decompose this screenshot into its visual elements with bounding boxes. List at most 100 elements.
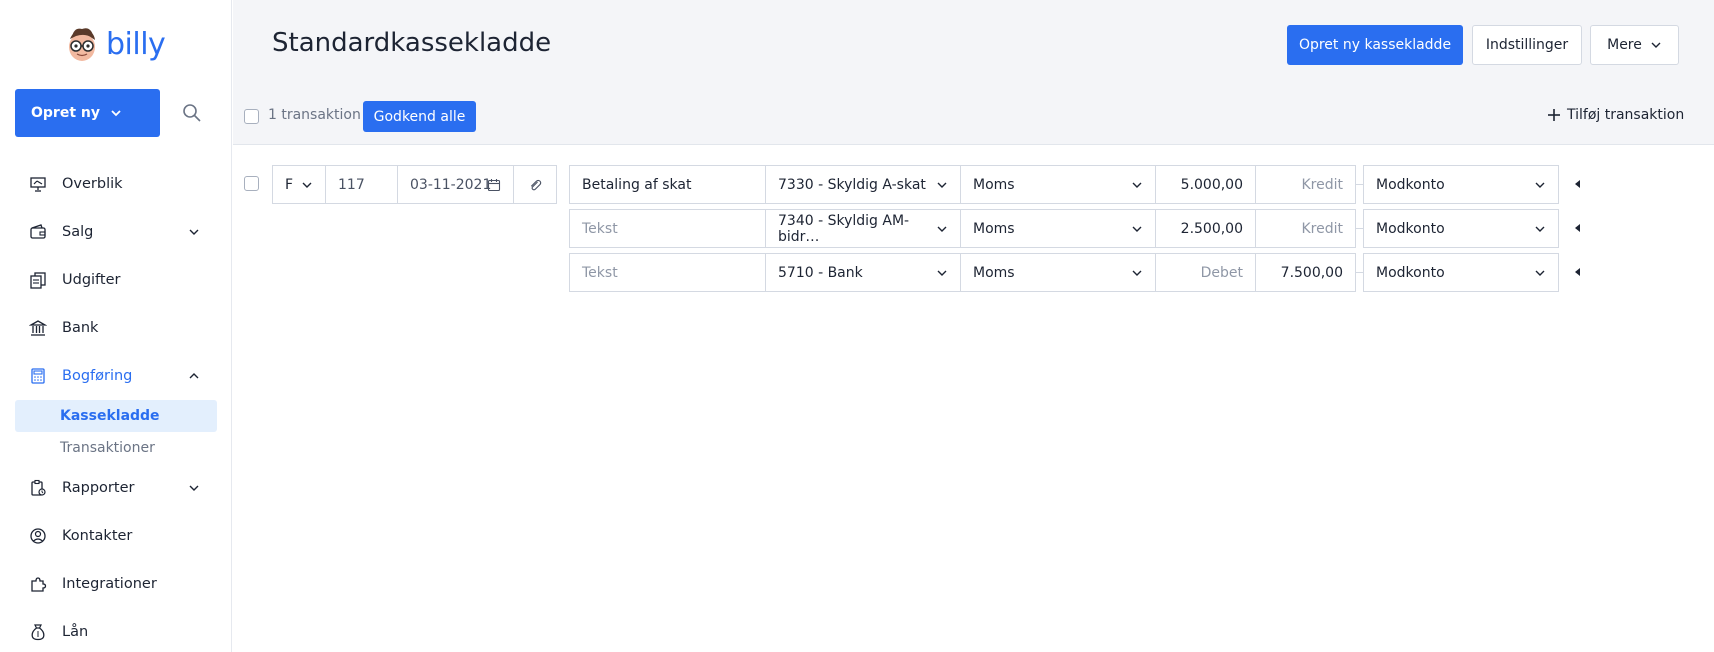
settings-button[interactable]: Indstillinger [1472,25,1582,65]
wallet-icon [29,223,47,241]
debit-value: 5.000,00 [1180,176,1243,193]
sidebar-item-udgifter[interactable]: Udgifter [15,256,217,304]
credit-input[interactable]: 7.500,00 [1255,253,1356,292]
account-value: 7330 - Skyldig A-skat [778,176,926,193]
chevron-down-icon [1651,42,1661,48]
search-icon[interactable] [180,101,204,125]
money-bag-icon [29,623,47,641]
chevron-down-icon [937,270,947,276]
puzzle-icon [29,575,47,593]
page-header: Standardkassekladde Opret ny kassekladde… [233,0,1714,145]
sidebar-item-label: Bank [62,320,99,336]
add-transaction-button[interactable]: Tilføj transaktion [1547,107,1684,123]
transaction-count: 1 transaktion [268,107,361,123]
select-all-checkbox[interactable] [244,109,259,124]
debit-input[interactable]: 2.500,00 [1155,209,1256,248]
chevron-down-icon [302,182,312,188]
sidebar-item-label: Lån [62,624,89,640]
row-expand-icon[interactable] [1575,224,1580,232]
row-expand-icon[interactable] [1575,268,1580,276]
line-text-value: Tekst [582,220,618,237]
create-new-label: Opret ny [31,105,100,121]
add-transaction-label: Tilføj transaktion [1567,107,1685,123]
bank-icon [29,319,47,337]
line-text-input[interactable]: Tekst [569,253,766,292]
contra-account-value: Modkonto [1376,264,1445,281]
page-title: Standardkassekladde [272,28,552,58]
approve-all-button[interactable]: Godkend alle [363,101,476,132]
sidebar-nav: Overblik Salg Udgifter Bank Bogføring Ka… [15,160,217,652]
account-select[interactable]: 5710 - Bank [765,253,961,292]
user-circle-icon [29,527,47,545]
account-value: 7340 - Skyldig AM-bidr… [778,212,910,245]
credit-input[interactable]: Kredit [1255,165,1356,204]
line-text-value: Betaling af skat [582,176,692,193]
row-expand-icon[interactable] [1575,180,1580,188]
chevron-down-icon [1535,226,1545,232]
contra-account-value: Modkonto [1376,220,1445,237]
more-label: Mere [1607,37,1642,53]
credit-value: Kredit [1301,176,1343,193]
sidebar-item-label: Rapporter [62,480,135,496]
sidebar-item-label: Kontakter [62,528,133,544]
line-text-input[interactable]: Tekst [569,209,766,248]
vat-value: Moms [973,176,1015,193]
voucher-number-input[interactable]: 117 [325,165,398,204]
contra-account-select[interactable]: Modkonto [1363,253,1559,292]
transaction-area: F 117 03-11-2021 Betaling af skat 7330 -… [233,146,1714,652]
vat-select[interactable]: Moms [960,253,1156,292]
credit-input[interactable]: Kredit [1255,209,1356,248]
sidebar-item-integrationer[interactable]: Integrationer [15,560,217,608]
chevron-down-icon [1535,270,1545,276]
receipt-icon [29,271,47,289]
create-journal-button[interactable]: Opret ny kassekladde [1287,25,1463,65]
debit-input[interactable]: 5.000,00 [1155,165,1256,204]
sidebar: billy Opret ny Overblik Salg Udgifter Ba… [0,0,232,652]
contra-account-value: Modkonto [1376,176,1445,193]
sidebar-item-lan[interactable]: Lån [15,608,217,652]
chevron-down-icon [189,485,199,491]
debit-value: 2.500,00 [1180,220,1243,237]
create-new-button[interactable]: Opret ny [15,89,160,137]
vat-select[interactable]: Moms [960,209,1156,248]
vat-value: Moms [973,264,1015,281]
sidebar-item-bank[interactable]: Bank [15,304,217,352]
billy-logo[interactable]: billy [64,22,166,66]
contra-account-select[interactable]: Modkonto [1363,209,1559,248]
transaction-checkbox[interactable] [244,176,259,191]
date-input[interactable]: 03-11-2021 [397,165,514,204]
line-text-input[interactable]: Betaling af skat [569,165,766,204]
chevron-down-icon [937,182,947,188]
sidebar-subitem-transaktioner[interactable]: Transaktioner [15,432,217,464]
vat-select[interactable]: Moms [960,165,1156,204]
debit-input[interactable]: Debet [1155,253,1256,292]
billy-face-icon [64,25,100,63]
transaction-type-value: F [285,176,294,193]
sidebar-item-label: Overblik [62,176,123,192]
account-value: 5710 - Bank [778,264,863,281]
date-value: 03-11-2021 [410,176,492,193]
calculator-icon [29,367,47,385]
account-select[interactable]: 7330 - Skyldig A-skat [765,165,961,204]
sidebar-item-bogforing[interactable]: Bogføring [15,352,217,400]
sidebar-item-label: Bogføring [62,368,133,384]
presentation-icon [29,175,47,193]
paperclip-icon [530,179,542,190]
sidebar-subitem-kassekladde[interactable]: Kassekladde [15,400,217,432]
logo-text: billy [106,26,166,62]
sidebar-item-overblik[interactable]: Overblik [15,160,217,208]
line-text-value: Tekst [582,264,618,281]
transaction-type-select[interactable]: F [272,165,326,204]
sidebar-item-label: Salg [62,224,94,240]
sidebar-item-salg[interactable]: Salg [15,208,217,256]
contra-account-select[interactable]: Modkonto [1363,165,1559,204]
voucher-number-value: 117 [338,176,365,193]
chevron-down-icon [111,110,121,117]
sidebar-item-kontakter[interactable]: Kontakter [15,512,217,560]
calendar-icon [487,179,501,192]
attachment-button[interactable] [513,165,557,204]
account-select[interactable]: 7340 - Skyldig AM-bidr… [765,209,961,248]
sidebar-item-rapporter[interactable]: Rapporter [15,464,217,512]
more-button[interactable]: Mere [1590,25,1679,65]
sidebar-item-label: Integrationer [62,576,157,592]
